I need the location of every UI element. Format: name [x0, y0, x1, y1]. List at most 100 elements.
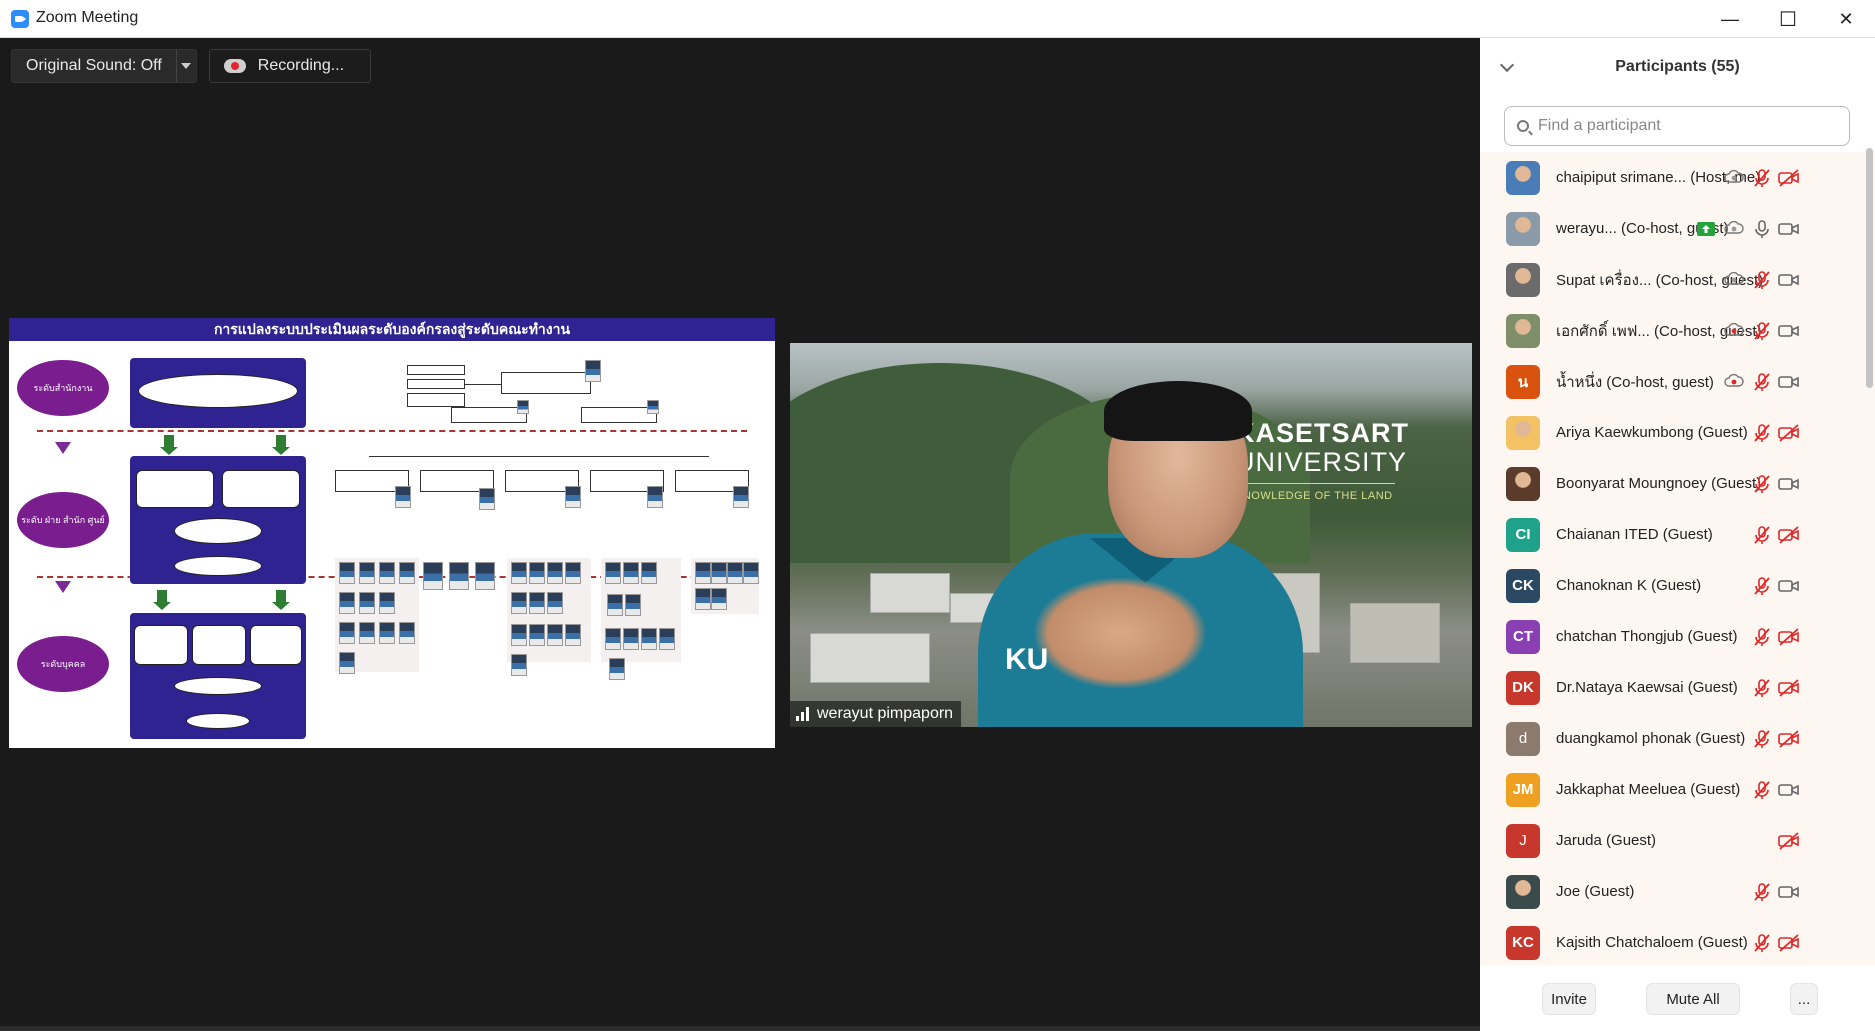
mic-muted-icon[interactable]: [1752, 321, 1772, 341]
camera-icon[interactable]: [1778, 780, 1800, 800]
participant-row[interactable]: chaipiput srimane... (Host, me): [1480, 152, 1860, 203]
participant-name: chatchan Thongjub (Guest): [1556, 628, 1738, 645]
chevron-down-icon[interactable]: [175, 49, 196, 83]
participant-row[interactable]: DK Dr.Nataya Kaewsai (Guest): [1480, 662, 1860, 713]
staff-photo: [511, 562, 527, 584]
mic-muted-icon[interactable]: [1752, 525, 1772, 545]
minimize-button[interactable]: —: [1701, 0, 1759, 38]
camera-icon[interactable]: [1778, 321, 1800, 341]
recording-indicator[interactable]: Recording...: [208, 49, 372, 83]
participant-row[interactable]: เอกศักดิ์ เพฟ... (Co-host, guest): [1480, 305, 1860, 356]
speaker-name: werayut pimpaporn: [817, 705, 954, 722]
mic-muted-icon[interactable]: [1752, 678, 1772, 698]
camera-icon[interactable]: [1778, 372, 1800, 392]
maximize-button[interactable]: ☐: [1759, 0, 1817, 38]
participant-row[interactable]: CT chatchan Thongjub (Guest): [1480, 611, 1860, 662]
shared-screen-slide[interactable]: การแปลงระบบประเมินผลระดับองค์กรลงสู่ระดั…: [9, 318, 775, 748]
participant-row[interactable]: JM Jakkaphat Meeluea (Guest): [1480, 764, 1860, 815]
close-button[interactable]: ✕: [1817, 0, 1875, 38]
more-options-button[interactable]: ...: [1790, 983, 1818, 1015]
mic-muted-icon[interactable]: [1752, 270, 1772, 290]
participant-search[interactable]: [1504, 106, 1850, 146]
participant-row[interactable]: CK Chanoknan K (Guest): [1480, 560, 1860, 611]
mute-all-button[interactable]: Mute All: [1646, 983, 1740, 1015]
staff-photo: [359, 592, 375, 614]
mic-muted-icon[interactable]: [1752, 627, 1772, 647]
staff-photo: [547, 624, 563, 646]
participant-name: Jaruda (Guest): [1556, 832, 1657, 849]
invite-button[interactable]: Invite: [1542, 983, 1596, 1015]
participant-row[interactable]: KC Kajsith Chatchaloem (Guest): [1480, 917, 1860, 965]
mic-muted-icon[interactable]: [1752, 423, 1772, 443]
camera-off-icon[interactable]: [1778, 729, 1800, 749]
participant-row[interactable]: werayu... (Co-host, guest): [1480, 203, 1860, 254]
slide-title: การแปลงระบบประเมินผลระดับองค์กรลงสู่ระดั…: [9, 318, 775, 341]
staff-photo: [623, 628, 639, 650]
mic-muted-icon[interactable]: [1752, 882, 1772, 902]
camera-icon[interactable]: [1778, 219, 1800, 239]
mic-muted-icon[interactable]: [1752, 372, 1772, 392]
participant-row[interactable]: น น้ำหนึ่ง (Co-host, guest): [1480, 356, 1860, 407]
org-chart-box: [501, 372, 591, 394]
mic-muted-icon[interactable]: [1752, 474, 1772, 494]
org-chart-box: [407, 393, 465, 407]
bottom-strip: [0, 1026, 1480, 1031]
signal-strength-icon: [796, 707, 809, 721]
camera-icon[interactable]: [1778, 882, 1800, 902]
staff-photo: [399, 562, 415, 584]
mic-icon[interactable]: [1752, 219, 1772, 239]
avatar: DK: [1506, 670, 1540, 705]
participant-row[interactable]: Ariya Kaewkumbong (Guest): [1480, 407, 1860, 458]
search-input[interactable]: [1538, 117, 1828, 135]
avatar: JM: [1506, 772, 1540, 807]
original-sound-label[interactable]: Original Sound: Off: [12, 57, 176, 75]
org-goal-box: [130, 358, 306, 428]
staff-photo: [565, 562, 581, 584]
camera-icon[interactable]: [1778, 474, 1800, 494]
camera-icon[interactable]: [1778, 270, 1800, 290]
speaker-video-tile[interactable]: KASETSART UNIVERSITY KNOWLEDGE OF THE LA…: [790, 343, 1472, 727]
person-goal-ellipse: [174, 677, 262, 695]
participant-list-scrollbar[interactable]: [1866, 148, 1873, 388]
staff-photo: [743, 562, 759, 584]
staff-photo: [359, 622, 375, 644]
arrow-down-icon: [272, 590, 290, 610]
mic-muted-icon[interactable]: [1752, 576, 1772, 596]
dept-goal-box: [130, 456, 306, 584]
mic-muted-icon[interactable]: [1752, 933, 1772, 953]
camera-off-icon[interactable]: [1778, 525, 1800, 545]
original-sound-control[interactable]: Original Sound: Off: [11, 49, 197, 83]
camera-icon[interactable]: [1778, 576, 1800, 596]
camera-off-icon[interactable]: [1778, 933, 1800, 953]
participant-row[interactable]: d duangkamol phonak (Guest): [1480, 713, 1860, 764]
mic-muted-icon[interactable]: [1752, 168, 1772, 188]
staff-photo: [727, 562, 743, 584]
arrow-down-icon: [153, 590, 171, 610]
avatar: J: [1506, 823, 1540, 858]
participant-row[interactable]: Boonyarat Moungnoey (Guest): [1480, 458, 1860, 509]
mic-muted-icon[interactable]: [1752, 729, 1772, 749]
speaker-hair: [1104, 381, 1252, 441]
participant-list[interactable]: chaipiput srimane... (Host, me) werayu...…: [1480, 152, 1875, 965]
org-chart-box: [407, 365, 465, 375]
staff-photo: [449, 562, 469, 590]
staff-photo: [529, 624, 545, 646]
recording-label: Recording...: [257, 57, 345, 74]
participant-row[interactable]: Supat เครื่อง... (Co-host, guest): [1480, 254, 1860, 305]
avatar: [1506, 466, 1540, 501]
camera-off-icon[interactable]: [1778, 423, 1800, 443]
camera-off-icon[interactable]: [1778, 168, 1800, 188]
video-background: [810, 633, 930, 683]
zoom-logo-icon: [11, 10, 29, 28]
camera-off-icon[interactable]: [1778, 831, 1800, 851]
participant-name: duangkamol phonak (Guest): [1556, 730, 1746, 747]
staff-photo: [379, 562, 395, 584]
dept-goal-text: [222, 470, 300, 508]
participant-row[interactable]: Joe (Guest): [1480, 866, 1860, 917]
participant-row[interactable]: J Jaruda (Guest): [1480, 815, 1860, 866]
mic-muted-icon[interactable]: [1752, 780, 1772, 800]
camera-off-icon[interactable]: [1778, 627, 1800, 647]
camera-off-icon[interactable]: [1778, 678, 1800, 698]
participant-row[interactable]: CI Chaianan ITED (Guest): [1480, 509, 1860, 560]
staff-photo: [339, 622, 355, 644]
